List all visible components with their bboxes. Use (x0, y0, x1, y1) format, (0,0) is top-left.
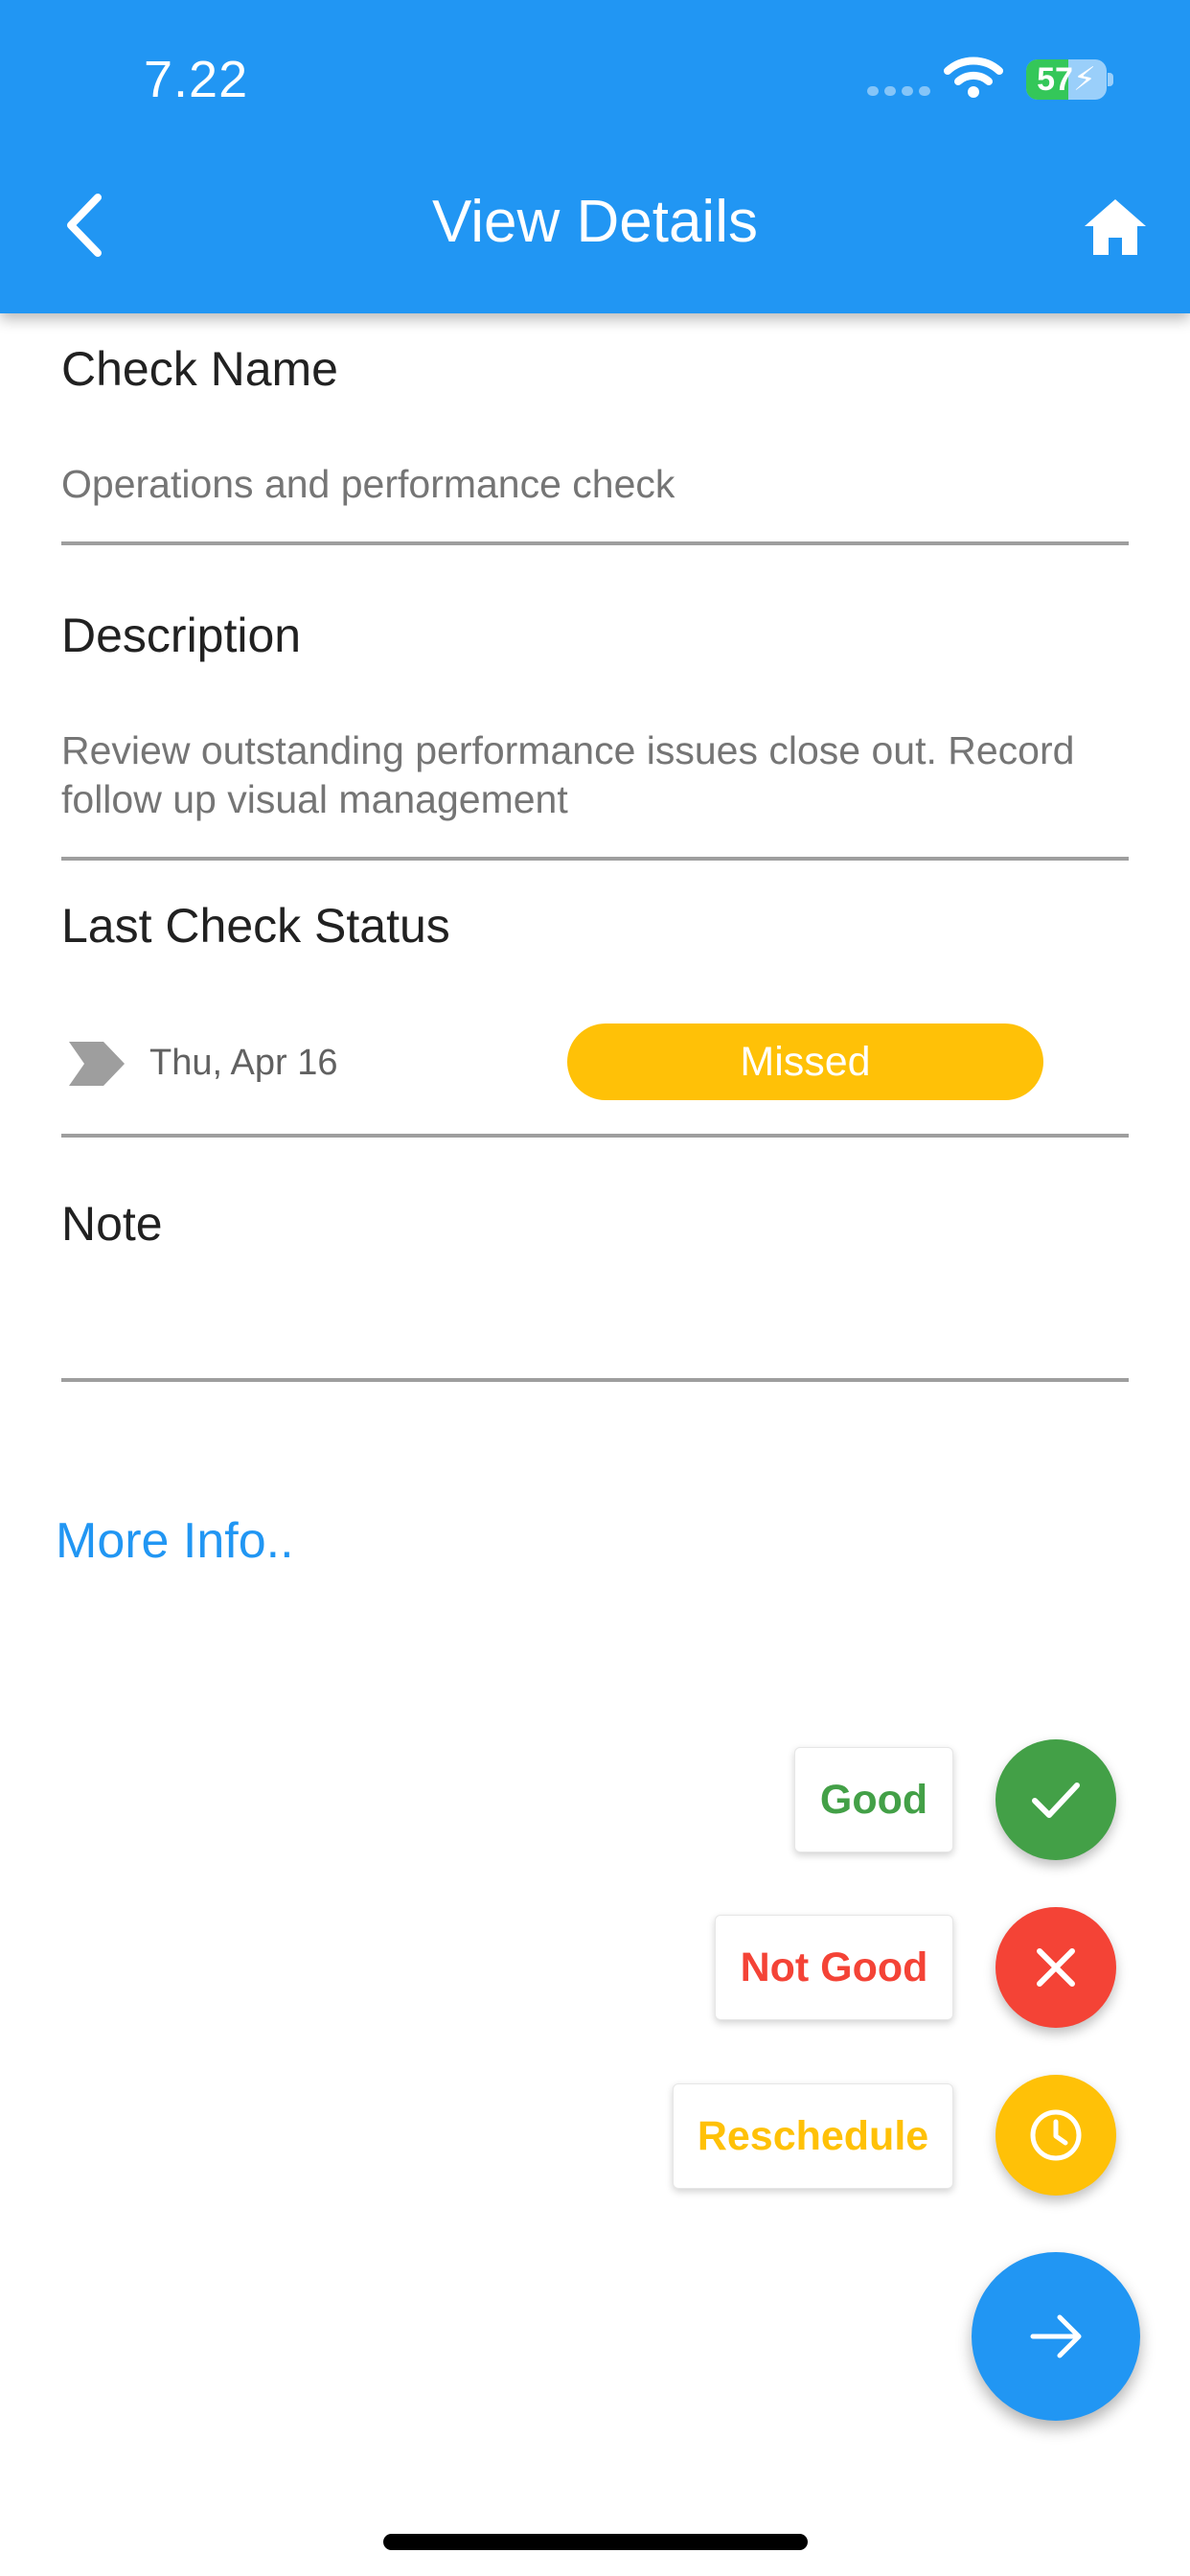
description-label: Description (61, 609, 302, 662)
check-icon (1032, 1782, 1080, 1818)
not-good-button[interactable] (995, 1907, 1116, 2028)
wifi-icon (944, 57, 1003, 98)
check-name-label: Check Name (61, 342, 338, 396)
good-label[interactable]: Good (794, 1747, 953, 1852)
check-name-underline (61, 541, 1129, 545)
speed-dial-button[interactable] (972, 2252, 1140, 2421)
reschedule-label[interactable]: Reschedule (673, 2083, 953, 2189)
check-name-value: Operations and performance check (61, 462, 675, 506)
description-value-line1: Review outstanding performance issues cl… (61, 728, 1075, 772)
chevron-marker-icon (69, 1042, 125, 1086)
battery-level: 57 (1037, 61, 1073, 98)
cellular-signal-icon (867, 86, 930, 96)
home-indicator[interactable] (383, 2534, 808, 2550)
page-title: View Details (431, 189, 758, 255)
last-check-status-label: Last Check Status (61, 899, 450, 953)
reschedule-button[interactable] (995, 2075, 1116, 2196)
home-icon[interactable] (1083, 197, 1148, 257)
description-underline (61, 857, 1129, 861)
good-button[interactable] (995, 1739, 1116, 1860)
note-underline (61, 1378, 1129, 1382)
more-info-link[interactable]: More Info.. (56, 1512, 294, 1570)
description-value-line2: follow up visual management (61, 777, 568, 821)
not-good-label[interactable]: Not Good (715, 1915, 953, 2020)
last-check-date: Thu, Apr 16 (149, 1043, 338, 1083)
status-badge: Missed (567, 1024, 1043, 1100)
clock-icon (1030, 2109, 1082, 2161)
close-icon (1037, 1948, 1075, 1987)
note-label: Note (61, 1197, 163, 1251)
app-bar: 7.22 57⚡ View Details (0, 0, 1190, 313)
battery-charging-icon: 57⚡ (1026, 59, 1107, 100)
status-time: 7.22 (144, 51, 249, 108)
arrow-right-icon (1030, 2314, 1082, 2358)
last-check-status-underline (61, 1134, 1129, 1138)
